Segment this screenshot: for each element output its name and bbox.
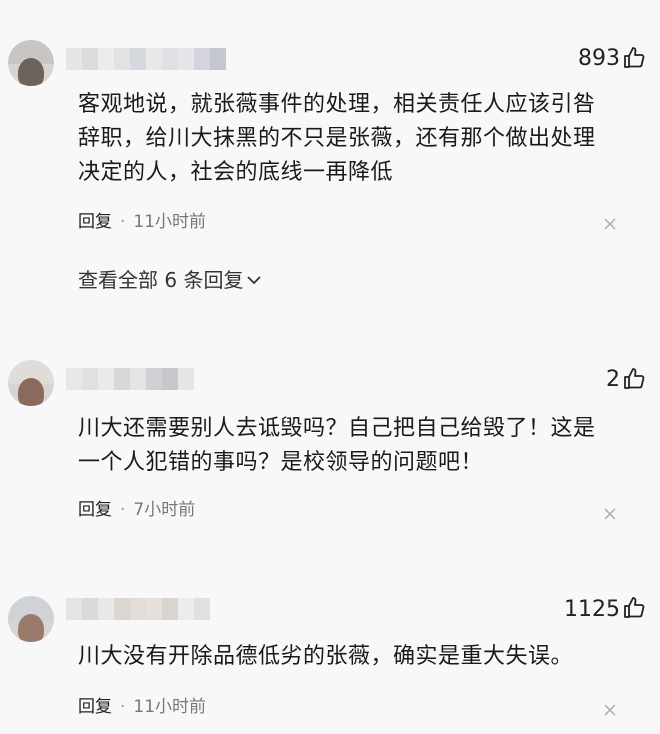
chevron-down-icon (247, 276, 262, 285)
separator: · (120, 500, 126, 520)
comment-text-line: 一个人犯错的事吗？是校领导的问题吧！ (78, 450, 484, 475)
comment-text: 客观地说，就张薇事件的处理，相关责任人应该引咎 辞职，给川大抹黑的不只是张薇，还… (78, 88, 638, 190)
thumbs-up-icon[interactable] (622, 367, 646, 391)
avatar[interactable] (8, 40, 54, 86)
close-icon[interactable] (604, 508, 616, 520)
reply-button[interactable]: 回复 (78, 210, 112, 234)
username-blurred[interactable] (66, 48, 226, 70)
comment-meta: 回复 · 7小时前 (78, 498, 195, 522)
comment-text-line: 客观地说，就张薇事件的处理，相关责任人应该引咎 (78, 92, 596, 117)
comment-text-line: 决定的人，社会的底线一再降低 (78, 160, 394, 185)
expand-replies-label: 查看全部 6 条回复 (78, 268, 244, 292)
comment-text-line: 川大还需要别人去诋毁吗？自己把自己给毁了！这是 (78, 416, 596, 441)
separator: · (120, 697, 126, 717)
timestamp: 7小时前 (133, 500, 196, 520)
expand-replies-button[interactable]: 查看全部 6 条回复 (78, 266, 262, 294)
timestamp: 11小时前 (133, 697, 207, 717)
comment-text-line: 辞职，给川大抹黑的不只是张薇，还有那个做出处理 (78, 126, 596, 151)
reply-button[interactable]: 回复 (78, 498, 112, 522)
like-count: 2 (606, 367, 620, 392)
timestamp: 11小时前 (133, 212, 207, 232)
close-icon[interactable] (604, 704, 616, 716)
comment-meta: 回复 · 11小时前 (78, 695, 206, 719)
comment-text: 川大没有开除品德低劣的张薇，确实是重大失误。 (78, 640, 638, 674)
thumbs-up-icon[interactable] (622, 46, 646, 70)
comment-text-line: 川大没有开除品德低劣的张薇，确实是重大失误。 (78, 644, 574, 669)
reply-button[interactable]: 回复 (78, 695, 112, 719)
like-count: 1125 (564, 597, 620, 622)
comment-text: 川大还需要别人去诋毁吗？自己把自己给毁了！这是 一个人犯错的事吗？是校领导的问题… (78, 412, 638, 480)
close-icon[interactable] (604, 218, 616, 230)
username-blurred[interactable] (66, 598, 210, 620)
thumbs-up-icon[interactable] (622, 596, 646, 620)
username-blurred[interactable] (66, 368, 194, 390)
separator: · (120, 212, 126, 232)
comment-meta: 回复 · 11小时前 (78, 210, 206, 234)
avatar[interactable] (8, 360, 54, 406)
like-count: 893 (578, 46, 620, 71)
avatar[interactable] (8, 596, 54, 642)
